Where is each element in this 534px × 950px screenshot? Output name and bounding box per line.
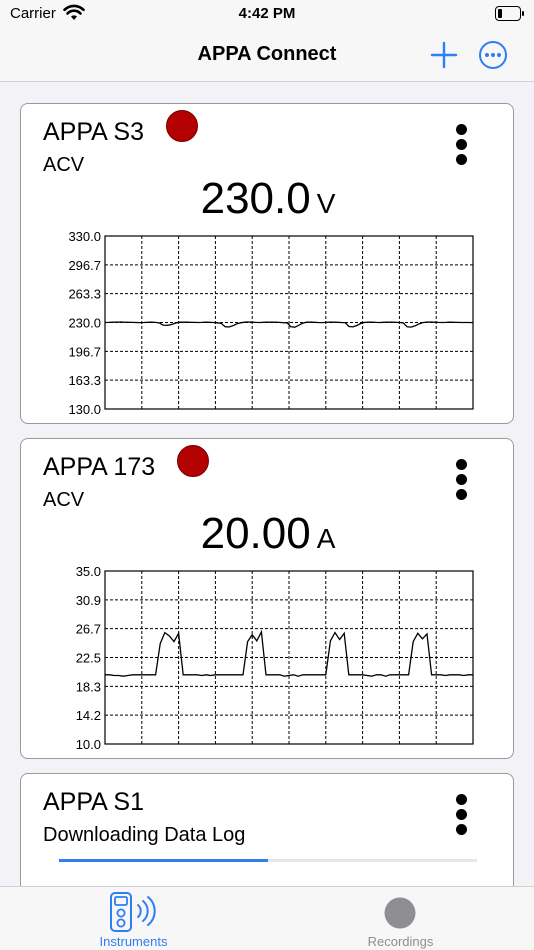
y-tick-label: 14.2 xyxy=(76,708,101,723)
instrument-name: APPA S1 xyxy=(43,788,144,816)
tab-instruments-label: Instruments xyxy=(99,934,168,949)
reading-display: 20.00 A xyxy=(21,509,515,559)
download-status: Downloading Data Log xyxy=(43,824,246,846)
plus-icon[interactable] xyxy=(429,40,459,70)
y-tick-label: 35.0 xyxy=(76,567,101,579)
instrument-card-appa-s3[interactable]: APPA S3 ACV 230.0 V 330.0 296.7 263.3 230.0 1… xyxy=(20,103,514,424)
instrument-list[interactable]: APPA S3 ACV 230.0 V 330.0 296.7 263.3 230.0 1… xyxy=(0,83,534,886)
live-chart: 35.0 30.9 26.7 22.5 18.3 14.2 10.0 xyxy=(76,567,474,752)
y-tick-label: 163.3 xyxy=(68,373,101,388)
y-tick-label: 230.0 xyxy=(68,316,101,331)
vertical-ellipsis-icon[interactable] xyxy=(453,794,469,838)
download-progress-fill xyxy=(59,859,268,862)
tab-recordings[interactable]: Recordings xyxy=(267,887,534,950)
instrument-name: APPA 173 xyxy=(43,453,156,481)
tab-recordings-label: Recordings xyxy=(367,934,434,949)
tab-bar: Instruments Recordings xyxy=(0,886,534,950)
navigation-bar: APPA Connect xyxy=(0,30,534,82)
reading-value: 230.0 xyxy=(200,174,311,223)
instrument-name: APPA S3 xyxy=(43,118,144,146)
y-tick-label: 10.0 xyxy=(76,737,101,752)
reading-unit: A xyxy=(316,523,336,554)
recording-indicator-icon xyxy=(166,110,198,142)
ellipsis-circle-icon[interactable] xyxy=(478,40,508,70)
y-tick-label: 26.7 xyxy=(76,622,101,637)
recording-indicator-icon xyxy=(177,445,209,477)
y-tick-label: 296.7 xyxy=(68,258,101,273)
y-tick-label: 18.3 xyxy=(76,679,101,694)
y-tick-label: 130.0 xyxy=(68,402,101,417)
clock: 4:42 PM xyxy=(238,5,296,22)
instrument-wireless-icon xyxy=(110,892,156,932)
reading-display: 230.0 V xyxy=(21,174,515,224)
vertical-ellipsis-icon[interactable] xyxy=(453,124,469,168)
instrument-card-appa-173[interactable]: APPA 173 ACV 20.00 A 35.0 30.9 26.7 22.5 18.3… xyxy=(20,438,514,759)
instrument-card-appa-s1[interactable]: APPA S1 Downloading Data Log xyxy=(20,773,514,886)
y-tick-label: 330.0 xyxy=(68,232,101,244)
y-tick-label: 196.7 xyxy=(68,344,101,359)
status-bar: Carrier 4:42 PM xyxy=(0,0,534,30)
y-tick-label: 30.9 xyxy=(76,593,101,608)
reading-value: 20.00 xyxy=(200,509,311,558)
y-tick-label: 22.5 xyxy=(76,651,101,666)
y-tick-label: 263.3 xyxy=(68,287,101,302)
tab-instruments[interactable]: Instruments xyxy=(0,887,267,950)
battery-icon xyxy=(495,6,524,21)
live-chart: 330.0 296.7 263.3 230.0 196.7 163.3 130.0 xyxy=(68,232,474,417)
reading-unit: V xyxy=(316,188,336,219)
record-circle-icon xyxy=(384,897,416,929)
vertical-ellipsis-icon[interactable] xyxy=(453,459,469,503)
download-progress-bar xyxy=(59,859,477,862)
